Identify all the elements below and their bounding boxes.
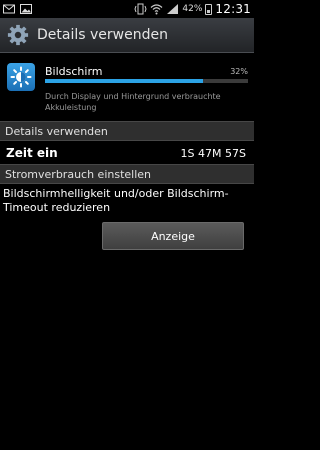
gear-icon[interactable] xyxy=(7,24,29,46)
usage-progress-bar xyxy=(45,79,248,83)
time-on-row: Zeit ein 1S 47M 57S xyxy=(0,142,254,164)
usage-progress-fill xyxy=(45,79,204,83)
app-description: Durch Display und Hintergrund verbraucht… xyxy=(45,92,221,112)
app-name: Bildschirm xyxy=(45,65,103,78)
section-header-power: Stromverbrauch einstellen xyxy=(0,164,254,184)
time-on-value: 1S 47M 57S xyxy=(180,146,246,160)
battery-percent: 42% xyxy=(182,4,203,14)
time-on-label: Zeit ein xyxy=(6,146,58,160)
status-bar: 42% 12:31 xyxy=(0,0,254,18)
usage-percent: 32% xyxy=(230,67,248,76)
battery-icon xyxy=(205,3,213,15)
adjust-hint: Bildschirmhelligkeit und/oder Bildschirm… xyxy=(3,187,229,214)
page-title: Details verwenden xyxy=(37,27,168,43)
display-settings-button[interactable]: Anzeige xyxy=(102,222,244,250)
brightness-icon xyxy=(7,63,35,91)
section-header-label: Details verwenden xyxy=(5,124,108,138)
mail-icon xyxy=(3,4,15,14)
wifi-icon xyxy=(150,4,163,15)
clock: 12:31 xyxy=(215,2,251,16)
title-bar: Details verwenden xyxy=(0,18,254,53)
section-header-details: Details verwenden xyxy=(0,121,254,141)
image-icon xyxy=(20,4,32,14)
vibrate-icon xyxy=(134,3,147,15)
signal-icon xyxy=(167,4,179,14)
section-header-label: Stromverbrauch einstellen xyxy=(5,167,152,181)
